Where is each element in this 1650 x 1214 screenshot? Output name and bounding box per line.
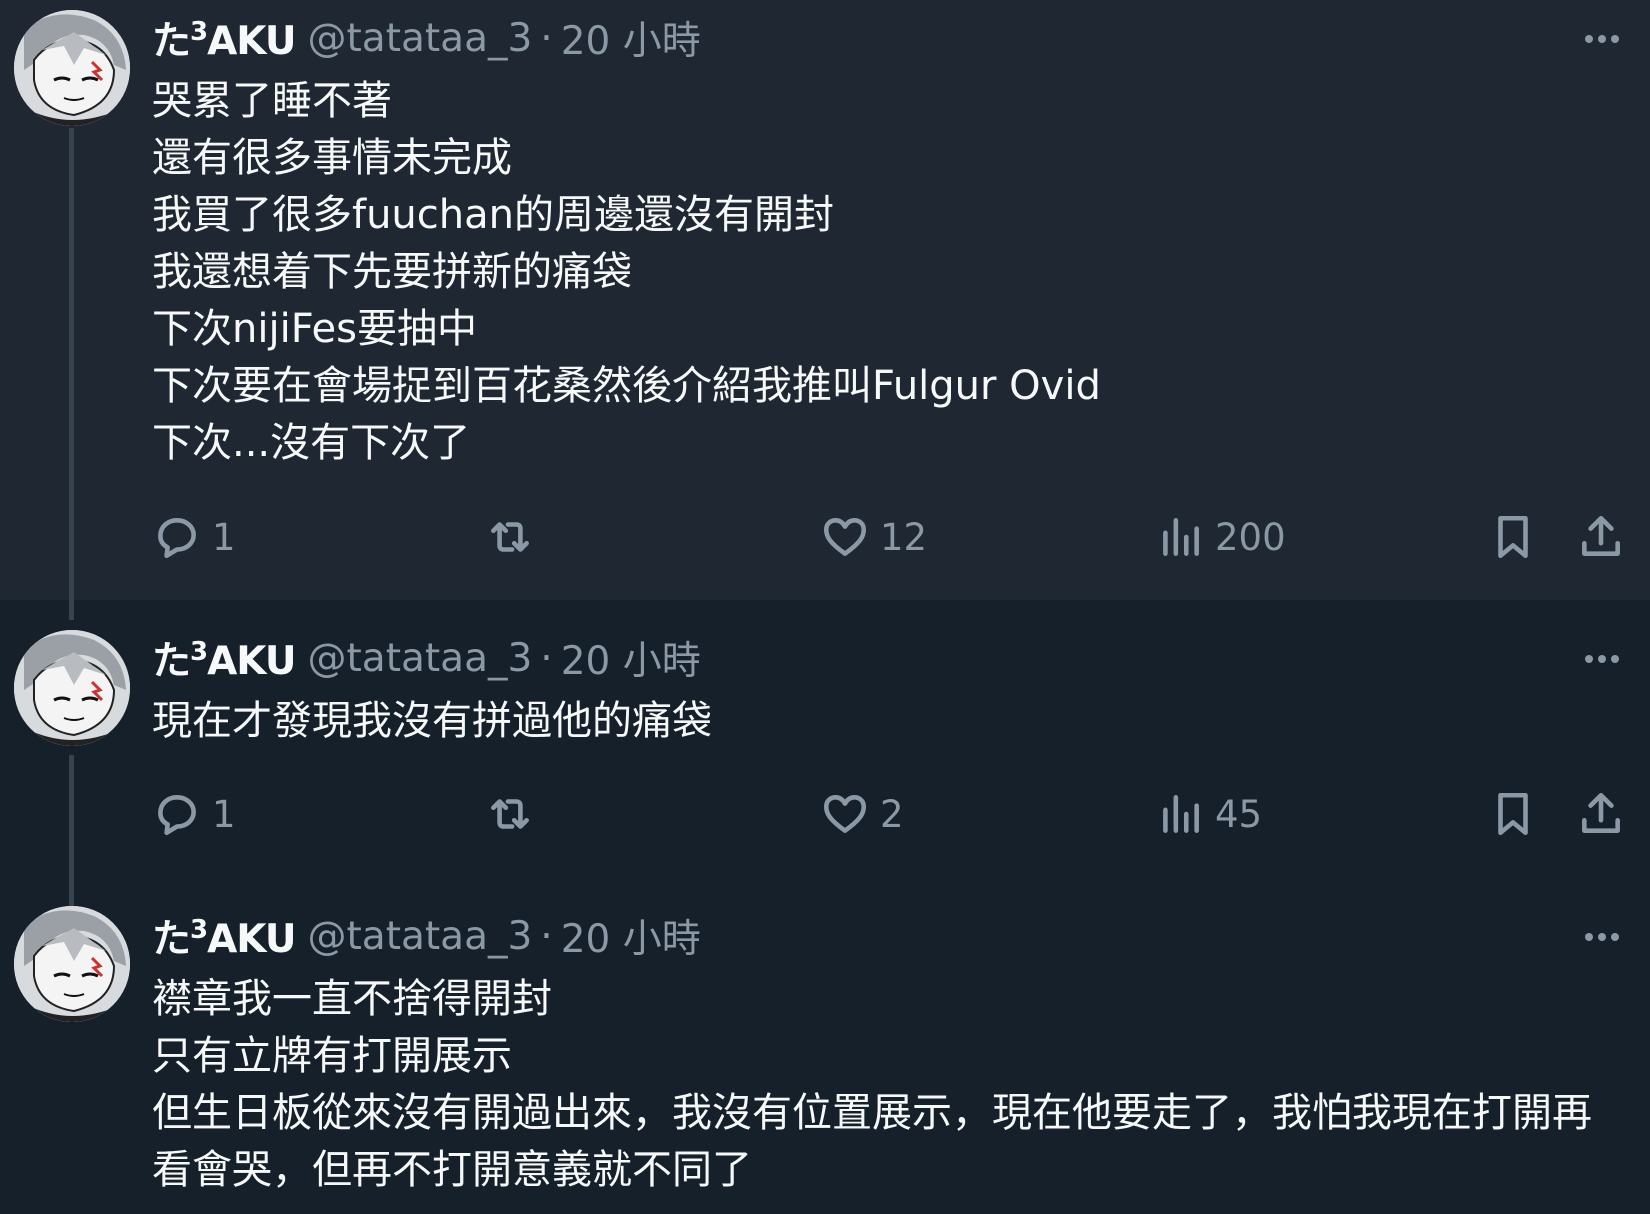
tweet-header: た3AKU @tatataa_3 · 20 小時 <box>152 630 701 686</box>
user-handle[interactable]: @tatataa_3 <box>308 914 533 959</box>
reply-button[interactable]: 1 <box>152 507 236 567</box>
tweet-line: 襟章我一直不捨得開封 <box>152 976 552 1022</box>
bookmark-icon <box>1498 792 1528 836</box>
tweet-line: 我買了很多fuuchan的周邊還沒有開封 <box>152 192 834 238</box>
share-button[interactable] <box>1576 784 1626 844</box>
reply-count: 1 <box>212 792 236 836</box>
tweet-text: 哭累了睡不著 還有很多事情未完成 我買了很多fuuchan的周邊還沒有開封 我還… <box>152 73 1614 472</box>
tweet-line: 還有很多事情未完成 <box>152 135 512 181</box>
tweet-line: 哭累了睡不著 <box>152 78 392 124</box>
tweet[interactable]: た3AKU @tatataa_3 · 20 小時 襟章我一直不捨得開封 只有立牌… <box>0 900 1650 1214</box>
more-horizontal-icon[interactable] <box>1580 915 1624 959</box>
tweet-header: た3AKU @tatataa_3 · 20 小時 <box>152 908 701 964</box>
retweet-button[interactable] <box>485 507 535 567</box>
action-bar: 1 12 200 <box>0 507 1650 567</box>
separator-dot: · <box>540 913 553 959</box>
display-name[interactable]: た3AKU <box>152 630 297 686</box>
retweet-button[interactable] <box>485 784 535 844</box>
like-button[interactable]: 12 <box>820 507 927 567</box>
share-icon <box>1582 515 1620 556</box>
reply-icon <box>158 518 196 559</box>
heart-icon <box>823 795 867 833</box>
tweet-text: 現在才發現我沒有拼過他的痛袋 <box>152 693 1614 750</box>
tweet-text: 襟章我一直不捨得開封 只有立牌有打開展示 但生日板從來沒有開過出來，我沒有位置展… <box>152 971 1614 1199</box>
views-count: 45 <box>1215 792 1263 836</box>
share-icon <box>1582 792 1620 833</box>
thread-line <box>69 600 74 620</box>
tweet-line: 現在才發現我沒有拼過他的痛袋 <box>152 698 712 744</box>
bookmark-button[interactable] <box>1488 784 1538 844</box>
avatar[interactable] <box>14 630 130 746</box>
tweet-line: 我還想着下先要拼新的痛袋 <box>152 249 632 295</box>
separator-dot: · <box>540 15 553 61</box>
retweet-icon <box>491 522 529 552</box>
views-icon <box>1163 795 1199 833</box>
tweet-line: 下次要在會場捉到百花桑然後介紹我推叫Fulgur Ovid <box>152 363 1101 409</box>
action-bar: 1 2 45 <box>0 784 1650 844</box>
separator-dot: · <box>540 635 553 681</box>
heart-icon <box>823 518 867 556</box>
views-button[interactable]: 200 <box>1155 507 1286 567</box>
avatar[interactable] <box>14 906 130 1022</box>
bookmark-button[interactable] <box>1488 507 1538 567</box>
timestamp[interactable]: 20 小時 <box>561 10 701 66</box>
more-horizontal-icon[interactable] <box>1580 637 1624 681</box>
bookmark-icon <box>1498 515 1528 559</box>
like-count: 2 <box>880 792 904 836</box>
like-count: 12 <box>880 515 928 559</box>
views-button[interactable]: 45 <box>1155 784 1262 844</box>
more-horizontal-icon[interactable] <box>1580 17 1624 61</box>
user-handle[interactable]: @tatataa_3 <box>308 636 533 681</box>
display-name[interactable]: た3AKU <box>152 908 297 964</box>
tweet[interactable]: た3AKU @tatataa_3 · 20 小時 哭累了睡不著 還有很多事情未完… <box>0 0 1650 600</box>
reply-count: 1 <box>212 515 236 559</box>
user-handle[interactable]: @tatataa_3 <box>308 16 533 61</box>
tweet-line: 下次...沒有下次了 <box>152 420 471 466</box>
tweet-header: た3AKU @tatataa_3 · 20 小時 <box>152 10 701 66</box>
display-name[interactable]: た3AKU <box>152 10 297 66</box>
tweet-line: 但生日板從來沒有開過出來，我沒有位置展示，現在他要走了，我怕我現在打開再看會哭，… <box>152 1090 1592 1193</box>
share-button[interactable] <box>1576 507 1626 567</box>
avatar[interactable] <box>14 10 130 126</box>
retweet-icon <box>491 799 529 829</box>
views-count: 200 <box>1215 515 1286 559</box>
views-icon <box>1163 518 1199 556</box>
timestamp[interactable]: 20 小時 <box>561 908 701 964</box>
timestamp[interactable]: 20 小時 <box>561 630 701 686</box>
tweet-line: 下次nijiFes要抽中 <box>152 306 477 352</box>
reply-button[interactable]: 1 <box>152 784 236 844</box>
like-button[interactable]: 2 <box>820 784 904 844</box>
tweet[interactable]: た3AKU @tatataa_3 · 20 小時 現在才發現我沒有拼過他的痛袋 … <box>0 600 1650 900</box>
tweet-line: 只有立牌有打開展示 <box>152 1033 512 1079</box>
reply-icon <box>158 795 196 836</box>
